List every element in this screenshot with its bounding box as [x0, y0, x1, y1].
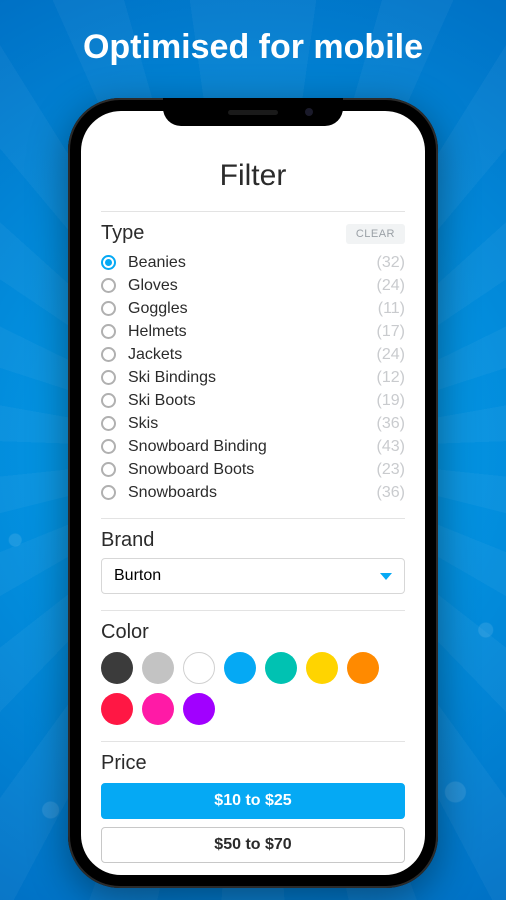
type-option[interactable]: Goggles(11) [101, 297, 405, 320]
radio-icon [101, 393, 116, 408]
color-swatch-group [101, 652, 405, 725]
clear-button[interactable]: CLEAR [346, 224, 405, 244]
type-label: Skis [128, 415, 377, 433]
brand-select[interactable]: Burton [101, 558, 405, 594]
divider [101, 610, 405, 611]
brand-selected-value: Burton [114, 567, 161, 585]
type-count: (24) [377, 346, 405, 364]
type-label: Beanies [128, 254, 377, 272]
radio-icon [101, 485, 116, 500]
type-label: Snowboard Boots [128, 461, 377, 479]
page-title: Filter [101, 159, 405, 193]
type-label: Snowboards [128, 484, 377, 502]
phone-notch [163, 98, 343, 126]
price-range-button[interactable]: $50 to $70 [101, 827, 405, 863]
type-option[interactable]: Jackets(24) [101, 343, 405, 366]
radio-icon [101, 278, 116, 293]
type-count: (36) [377, 484, 405, 502]
radio-icon [101, 439, 116, 454]
type-label: Gloves [128, 277, 377, 295]
radio-icon [101, 255, 116, 270]
color-section-title: Color [101, 621, 405, 644]
phone-frame: Filter Type CLEAR Beanies(32)Gloves(24)G… [68, 98, 438, 888]
type-count: (12) [377, 369, 405, 387]
type-label: Jackets [128, 346, 377, 364]
type-label: Snowboard Binding [128, 438, 377, 456]
type-count: (23) [377, 461, 405, 479]
color-swatch[interactable] [306, 652, 338, 684]
brand-section-title: Brand [101, 529, 405, 552]
color-swatch[interactable] [183, 693, 215, 725]
type-option[interactable]: Gloves(24) [101, 274, 405, 297]
divider [101, 518, 405, 519]
type-list: Beanies(32)Gloves(24)Goggles(11)Helmets(… [101, 251, 405, 504]
phone-screen: Filter Type CLEAR Beanies(32)Gloves(24)G… [81, 111, 425, 875]
type-option[interactable]: Snowboard Boots(23) [101, 458, 405, 481]
type-count: (17) [377, 323, 405, 341]
type-option[interactable]: Snowboard Binding(43) [101, 435, 405, 458]
color-swatch[interactable] [224, 652, 256, 684]
price-range-button[interactable]: $10 to $25 [101, 783, 405, 819]
radio-icon [101, 416, 116, 431]
divider [101, 211, 405, 212]
color-swatch[interactable] [347, 652, 379, 684]
radio-icon [101, 324, 116, 339]
type-option[interactable]: Snowboards(36) [101, 481, 405, 504]
type-label: Goggles [128, 300, 378, 318]
chevron-down-icon [380, 573, 392, 580]
radio-icon [101, 301, 116, 316]
color-swatch[interactable] [101, 652, 133, 684]
radio-icon [101, 462, 116, 477]
price-section-title: Price [101, 752, 405, 775]
divider [101, 741, 405, 742]
color-swatch[interactable] [142, 693, 174, 725]
type-option[interactable]: Helmets(17) [101, 320, 405, 343]
type-option[interactable]: Beanies(32) [101, 251, 405, 274]
type-option[interactable]: Ski Boots(19) [101, 389, 405, 412]
color-swatch[interactable] [183, 652, 215, 684]
radio-icon [101, 347, 116, 362]
type-section-title: Type [101, 222, 144, 245]
type-option[interactable]: Ski Bindings(12) [101, 366, 405, 389]
color-swatch[interactable] [101, 693, 133, 725]
type-count: (36) [377, 415, 405, 433]
type-count: (32) [377, 254, 405, 272]
type-option[interactable]: Skis(36) [101, 412, 405, 435]
promo-headline: Optimised for mobile [0, 28, 506, 67]
color-swatch[interactable] [265, 652, 297, 684]
type-label: Ski Boots [128, 392, 377, 410]
color-swatch[interactable] [142, 652, 174, 684]
type-count: (11) [378, 300, 405, 318]
type-count: (19) [377, 392, 405, 410]
type-label: Helmets [128, 323, 377, 341]
type-count: (24) [377, 277, 405, 295]
radio-icon [101, 370, 116, 385]
type-count: (43) [377, 438, 405, 456]
type-label: Ski Bindings [128, 369, 377, 387]
